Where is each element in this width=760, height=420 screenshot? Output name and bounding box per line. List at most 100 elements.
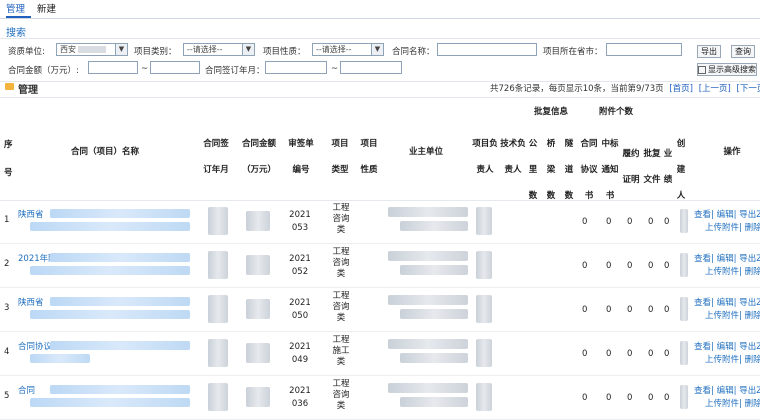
row-name-blurred (50, 209, 190, 218)
query-button[interactable]: 查询 (731, 45, 755, 58)
signed-from-input[interactable] (265, 61, 327, 74)
row-amount-blurred (246, 343, 270, 363)
upload-link[interactable]: 上传附件 (705, 267, 739, 277)
row-creator-blurred (680, 297, 688, 321)
edit-link[interactable]: 编辑 (717, 254, 734, 264)
row-name-link[interactable]: 陕西省 (18, 296, 44, 308)
row-pm-blurred (476, 339, 492, 367)
amount-min-input[interactable] (88, 61, 138, 74)
edit-link[interactable]: 编辑 (717, 386, 734, 396)
row-type: 工程咨询类 (332, 203, 350, 235)
pager-first[interactable]: [首页] (669, 84, 693, 94)
view-link[interactable]: 查看 (694, 386, 711, 396)
pager-prev[interactable]: [上一页] (699, 84, 731, 94)
row-name-blurred (50, 297, 190, 306)
delete-link[interactable]: 删除 (745, 267, 760, 277)
row-ops: 查看| 编辑| 导出Z 上传附件| 删除 (694, 253, 760, 279)
row-performance: 0 (627, 261, 633, 271)
row-name-blurred (50, 253, 190, 262)
row-owner-blurred (388, 251, 468, 261)
row-signed-blurred (208, 207, 228, 235)
nature-select[interactable]: --请选择-- ▼ (312, 43, 384, 56)
export-link[interactable]: 导出Z (739, 254, 760, 264)
row-performance: 0 (627, 217, 633, 227)
tab-manage[interactable]: 管理 (6, 1, 32, 18)
row-name-blurred-2 (30, 310, 190, 319)
export-link[interactable]: 导出Z (739, 298, 760, 308)
delete-link[interactable]: 删除 (745, 399, 760, 409)
view-link[interactable]: 查看 (694, 254, 711, 264)
row-signed-blurred (208, 251, 228, 279)
row-pm-blurred (476, 383, 492, 411)
amount-max-input[interactable] (150, 61, 200, 74)
row-name-link[interactable]: 合同 (18, 384, 35, 396)
view-link[interactable]: 查看 (694, 342, 711, 352)
th-creator: 创建人 (676, 139, 686, 201)
upload-link[interactable]: 上传附件 (705, 399, 739, 409)
row-ops: 查看| 编辑| 导出Z 上传附件| 删除 (694, 209, 760, 235)
row-pm-blurred (476, 295, 492, 323)
th-performance: 履约证明 (622, 149, 640, 185)
th-owner: 业主单位 (408, 147, 443, 157)
signed-tilde: ~ (331, 64, 339, 74)
top-nav: 管理 新建 (0, 0, 760, 19)
tab-new[interactable]: 新建 (37, 1, 62, 18)
view-link[interactable]: 查看 (694, 210, 711, 220)
chevron-down-icon: ▼ (371, 44, 383, 55)
row-seq: 3 (4, 303, 10, 313)
export-link[interactable]: 导出Z (739, 342, 760, 352)
amount-tilde: ~ (141, 64, 149, 74)
row-signed-blurred (208, 295, 228, 323)
row-record: 0 (664, 217, 670, 227)
row-contract-doc: 0 (582, 393, 588, 403)
row-amount-blurred (246, 299, 270, 319)
row-creator-blurred (680, 253, 688, 277)
pager-next[interactable]: [下一页] (737, 84, 760, 94)
delete-link[interactable]: 删除 (745, 355, 760, 365)
edit-link[interactable]: 编辑 (717, 210, 734, 220)
upload-link[interactable]: 上传附件 (705, 355, 739, 365)
row-owner-blurred (388, 339, 468, 349)
th-attach-group: 附件个数 (598, 107, 633, 117)
edit-link[interactable]: 编辑 (717, 342, 734, 352)
th-seq: 序号 (4, 140, 13, 178)
row-approval-doc: 0 (648, 261, 654, 271)
row-record: 0 (664, 305, 670, 315)
row-contract-doc: 0 (582, 349, 588, 359)
row-bid-notice: 0 (606, 261, 612, 271)
row-code: 2021050 (289, 298, 311, 321)
row-performance: 0 (627, 393, 633, 403)
checkbox-icon (698, 65, 706, 74)
view-link[interactable]: 查看 (694, 298, 711, 308)
th-nature: 项目性质 (360, 139, 378, 175)
row-amount-blurred (246, 255, 270, 275)
row-type: 工程咨询类 (332, 247, 350, 279)
edit-link[interactable]: 编辑 (717, 298, 734, 308)
export-link[interactable]: 导出Z (739, 210, 760, 220)
upload-link[interactable]: 上传附件 (705, 223, 739, 233)
th-type: 项目类型 (331, 139, 349, 175)
row-name-link[interactable]: 陕西省 (18, 208, 44, 220)
contract-name-input[interactable] (437, 43, 537, 56)
dept-select[interactable]: 西安 ▼ (56, 43, 128, 56)
th-reviewer: 审签单编号 (288, 139, 314, 175)
row-type: 工程施工类 (332, 335, 350, 367)
province-input[interactable] (606, 43, 682, 56)
row-seq: 4 (4, 347, 10, 357)
advanced-search-button[interactable]: 显示高级搜索 (697, 63, 757, 76)
row-owner-blurred (388, 207, 468, 217)
category-select[interactable]: --请选择-- ▼ (183, 43, 255, 56)
pager-summary: 共726条记录，每页显示10条，当前第9/73页 (490, 84, 664, 94)
th-km: 公里数 (528, 139, 538, 201)
row-creator-blurred (680, 385, 688, 409)
upload-link[interactable]: 上传附件 (705, 311, 739, 321)
row-pm-blurred (476, 207, 492, 235)
export-button[interactable]: 导出 (697, 45, 721, 58)
th-tunnels: 隧道数 (564, 139, 574, 201)
export-link[interactable]: 导出Z (739, 386, 760, 396)
signed-to-input[interactable] (340, 61, 402, 74)
delete-link[interactable]: 删除 (745, 311, 760, 321)
delete-link[interactable]: 删除 (745, 223, 760, 233)
row-name-blurred-2 (30, 266, 190, 275)
row-performance: 0 (627, 349, 633, 359)
